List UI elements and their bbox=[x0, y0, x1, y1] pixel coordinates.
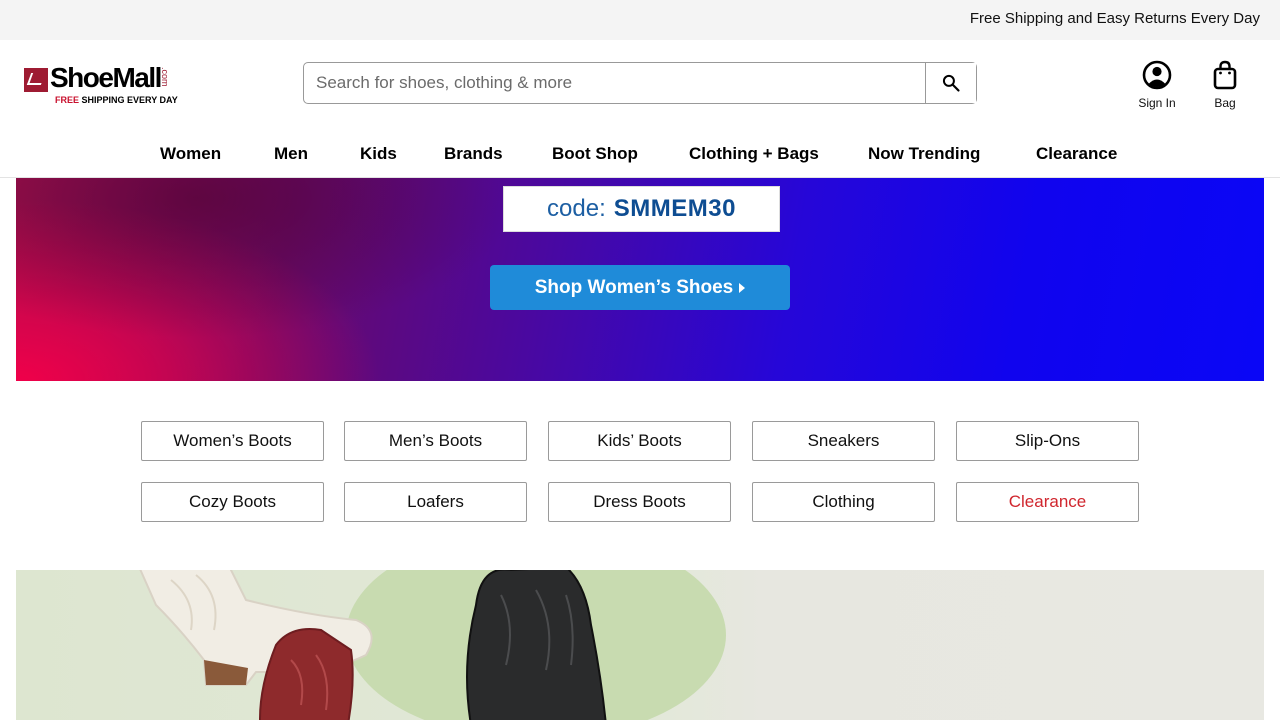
search-button[interactable] bbox=[925, 63, 976, 103]
hero-banner[interactable]: code: SMMEM30 Shop Women’s Shoes bbox=[16, 178, 1264, 381]
nav-item-brands[interactable]: Brands bbox=[444, 144, 503, 164]
category-loafers[interactable]: Loafers bbox=[344, 482, 527, 522]
category-clearance[interactable]: Clearance bbox=[956, 482, 1139, 522]
cta-label: Shop Women’s Shoes bbox=[534, 276, 734, 298]
search-icon bbox=[942, 74, 960, 92]
category-dress-boots[interactable]: Dress Boots bbox=[548, 482, 731, 522]
site-header: ShoeMall .com FREE SHIPPING EVERY DAY Si… bbox=[0, 40, 1280, 178]
user-circle-icon bbox=[1142, 60, 1172, 90]
sign-in-label: Sign In bbox=[1138, 96, 1176, 110]
category-sneakers[interactable]: Sneakers bbox=[752, 421, 935, 461]
category-clothing[interactable]: Clothing bbox=[752, 482, 935, 522]
nav-item-kids[interactable]: Kids bbox=[360, 144, 397, 164]
nav-item-now-trending[interactable]: Now Trending bbox=[868, 144, 980, 164]
category-mens-boots[interactable]: Men’s Boots bbox=[344, 421, 527, 461]
shoemall-logo[interactable]: ShoeMall .com FREE SHIPPING EVERY DAY bbox=[24, 62, 184, 108]
nav-item-clothing-bags[interactable]: Clothing + Bags bbox=[689, 144, 819, 164]
shopping-bag-icon bbox=[1213, 60, 1237, 90]
category-slip-ons[interactable]: Slip-Ons bbox=[956, 421, 1139, 461]
nav-item-women[interactable]: Women bbox=[160, 144, 221, 164]
logo-suffix: .com bbox=[160, 67, 170, 87]
sign-in-link[interactable]: Sign In bbox=[1132, 60, 1182, 110]
nav-item-clearance[interactable]: Clearance bbox=[1036, 144, 1117, 164]
nav-item-boot-shop[interactable]: Boot Shop bbox=[552, 144, 638, 164]
main-nav: Women Men Kids Brands Boot Shop Clothing… bbox=[0, 144, 1280, 172]
promo-code-box: code: SMMEM30 bbox=[503, 186, 780, 232]
category-kids-boots[interactable]: Kids’ Boots bbox=[548, 421, 731, 461]
promo-topbar: Free Shipping and Easy Returns Every Day bbox=[0, 0, 1280, 40]
search-bar bbox=[303, 62, 977, 104]
search-input[interactable] bbox=[304, 63, 926, 103]
shipping-message: Free Shipping and Easy Returns Every Day bbox=[969, 10, 1260, 27]
promo-code-value: SMMEM30 bbox=[613, 195, 736, 222]
logo-mark-icon bbox=[24, 68, 48, 92]
bag-label: Bag bbox=[1214, 96, 1236, 110]
black-cowboy-boot-image bbox=[466, 570, 607, 720]
red-cowboy-boot-image bbox=[259, 628, 354, 720]
bag-link[interactable]: Bag bbox=[1205, 60, 1245, 110]
nav-item-men[interactable]: Men bbox=[274, 144, 308, 164]
logo-tagline: FREE SHIPPING EVERY DAY bbox=[55, 95, 178, 105]
promo-code-label: code: bbox=[547, 195, 606, 222]
category-cozy-boots[interactable]: Cozy Boots bbox=[141, 482, 324, 522]
category-womens-boots[interactable]: Women’s Boots bbox=[141, 421, 324, 461]
shop-womens-shoes-button[interactable]: Shop Women’s Shoes bbox=[490, 265, 790, 310]
play-arrow-icon bbox=[739, 282, 746, 293]
boots-promo-banner[interactable] bbox=[16, 570, 1264, 720]
logo-wordmark: ShoeMall bbox=[50, 62, 162, 93]
